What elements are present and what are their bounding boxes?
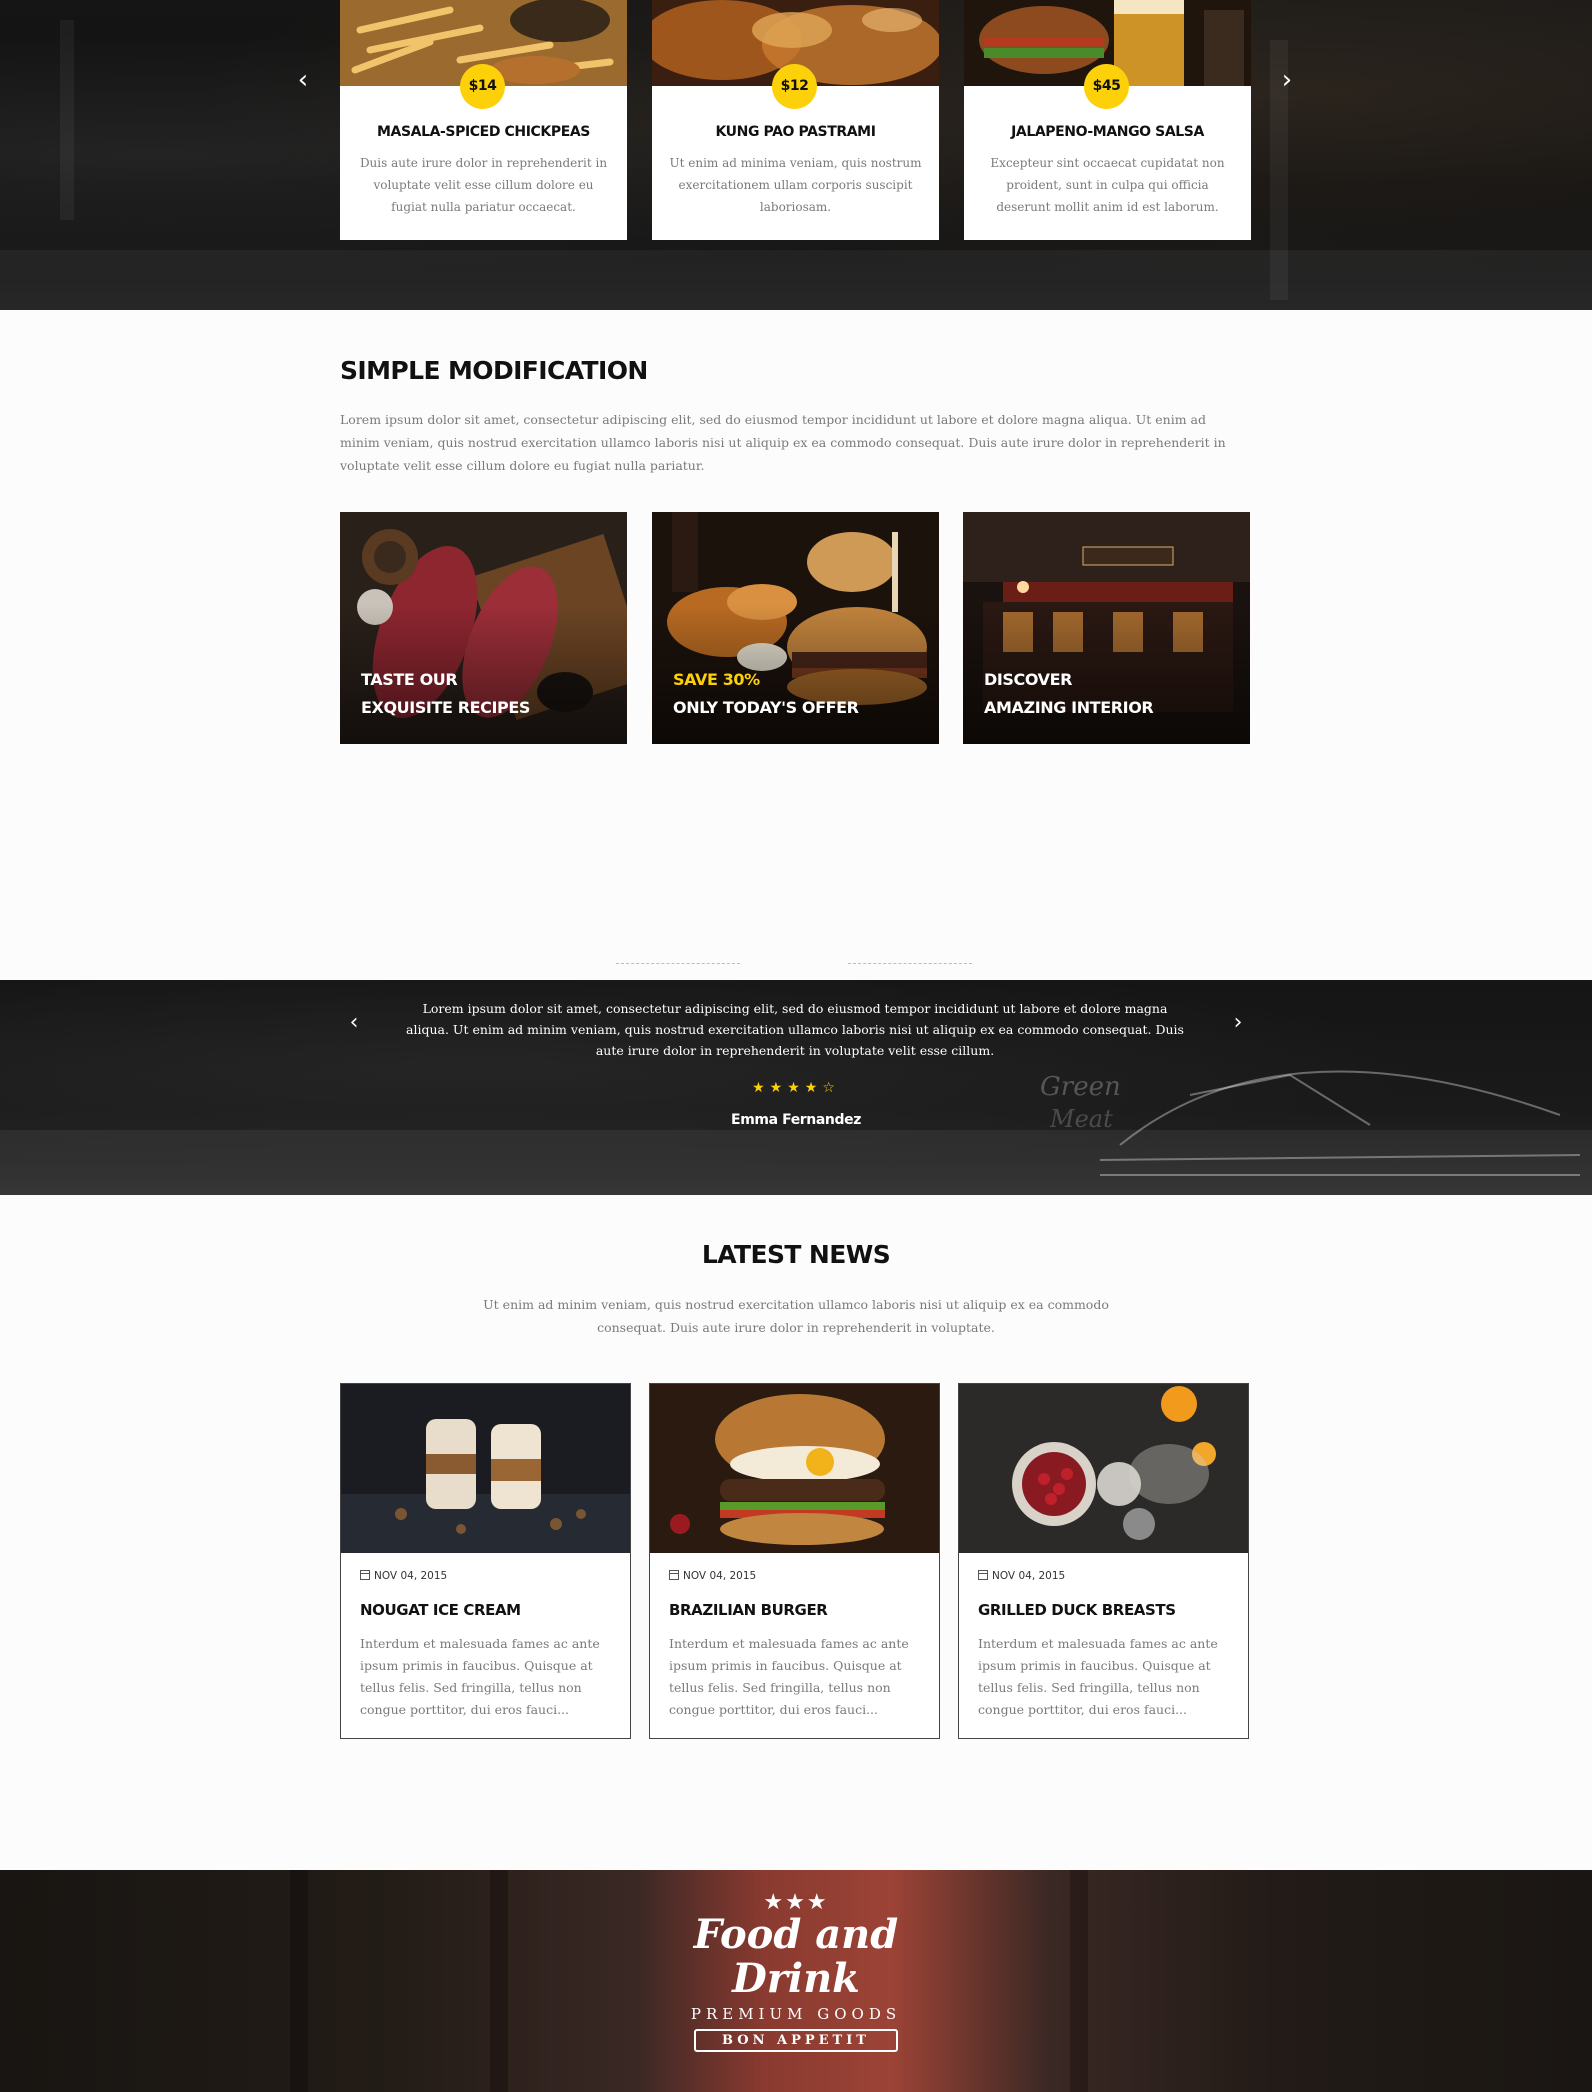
promo-card-offer[interactable]: SAVE 30% ONLY TODAY'S OFFER (652, 512, 939, 744)
testimonial-section: Green Meat Lorem ipsum dolor sit amet, c… (0, 980, 1592, 1195)
menu-item-description: Excepteur sint occaecat cupidatat non pr… (990, 156, 1225, 214)
news-photo (341, 1384, 630, 1553)
section-title: SIMPLE MODIFICATION (340, 356, 648, 385)
news-card[interactable]: NOV 04, 2015 NOUGAT ICE CREAM Interdum e… (340, 1383, 631, 1739)
news-card[interactable]: NOV 04, 2015 BRAZILIAN BURGER Interdum e… (649, 1383, 940, 1739)
promo-line-2: EXQUISITE RECIPES (361, 698, 531, 717)
divider (848, 963, 972, 964)
menu-item-description: Ut enim ad minima veniam, quis nostrum e… (669, 156, 922, 214)
calendar-icon (669, 1570, 679, 1580)
menu-item-description: Duis aute irure dolor in reprehenderit i… (359, 156, 608, 214)
price-badge: $14 (460, 64, 505, 109)
calendar-icon (360, 1570, 370, 1580)
news-card[interactable]: NOV 04, 2015 GRILLED DUCK BREASTS Interd… (958, 1383, 1249, 1739)
menu-item-card[interactable]: $14 MASALA-SPICED CHICKPEAS Duis aute ir… (340, 0, 627, 240)
news-photo (650, 1384, 939, 1553)
testimonial-next-button[interactable]: › (1228, 1010, 1248, 1035)
news-title[interactable]: BRAZILIAN BURGER (669, 1601, 828, 1619)
logo-ribbon: BON APPETIT (694, 2029, 898, 2052)
promo-card-interior[interactable]: DISCOVER AMAZING INTERIOR (963, 512, 1250, 744)
menu-item-card[interactable]: $45 JALAPENO-MANGO SALSA Excepteur sint … (964, 0, 1251, 240)
slider-next-button[interactable]: › (1275, 66, 1299, 94)
promo-line-1: DISCOVER (984, 670, 1073, 689)
testimonial-author: Emma Fernandez (731, 1112, 861, 1128)
calendar-icon (978, 1570, 988, 1580)
price-badge: $45 (1084, 64, 1129, 109)
promo-line-2: ONLY TODAY'S OFFER (673, 698, 859, 717)
logo-title: Food and Drink (693, 1911, 899, 2002)
testimonial-quote: Lorem ipsum dolor sit amet, consectetur … (406, 1001, 1184, 1058)
chevron-right-icon: › (1281, 65, 1293, 95)
news-date: NOV 04, 2015 (978, 1570, 1065, 1582)
news-title[interactable]: NOUGAT ICE CREAM (360, 1601, 521, 1619)
menu-slider-section: ‹ › $14 MASALA-SPICED CHICKPEAS Duis aut… (0, 0, 1592, 310)
menu-item-name: MASALA-SPICED CHICKPEAS (376, 124, 590, 140)
logo-subtitle: PREMIUM GOODS (690, 2005, 902, 2023)
rating-stars: ★★★★☆ (0, 1080, 1592, 1096)
news-title[interactable]: GRILLED DUCK BREASTS (978, 1601, 1176, 1619)
promo-line-1: TASTE OUR (361, 670, 458, 689)
promo-line-1: SAVE 30% (673, 670, 760, 689)
star-empty-icon: ☆ (822, 1080, 840, 1096)
menu-item-card[interactable]: $12 KUNG PAO PASTRAMI Ut enim ad minima … (652, 0, 939, 240)
promo-line-2: AMAZING INTERIOR (984, 698, 1154, 717)
chevron-left-icon: ‹ (297, 65, 309, 95)
chevron-left-icon: ‹ (349, 1010, 359, 1035)
section-title: LATEST NEWS (701, 1240, 891, 1269)
divider (616, 963, 740, 964)
news-excerpt: Interdum et malesuada fames ac ante ipsu… (669, 1636, 909, 1717)
news-excerpt: Interdum et malesuada fames ac ante ipsu… (978, 1636, 1218, 1717)
news-date: NOV 04, 2015 (360, 1570, 447, 1582)
section-text: Lorem ipsum dolor sit amet, consectetur … (340, 412, 1226, 473)
star-filled-icon: ★ (752, 1080, 770, 1096)
star-filled-icon: ★ (769, 1080, 788, 1096)
footer-banner: ★★★ Food and Drink PREMIUM GOODS BON APP… (0, 1870, 1592, 2092)
promo-card-recipes[interactable]: TASTE OUR EXQUISITE RECIPES (340, 512, 627, 744)
section-intro: Ut enim ad minim veniam, quis nostrud ex… (483, 1297, 1109, 1335)
testimonial-prev-button[interactable]: ‹ (344, 1010, 364, 1035)
menu-item-name: KUNG PAO PASTRAMI (715, 124, 876, 140)
slider-prev-button[interactable]: ‹ (291, 66, 315, 94)
news-photo (959, 1384, 1248, 1553)
brand-logo[interactable]: ★★★ Food and Drink PREMIUM GOODS BON APP… (650, 1890, 942, 2090)
menu-item-name: JALAPENO-MANGO SALSA (1011, 124, 1204, 140)
star-filled-icon: ★ (787, 1080, 805, 1096)
chevron-right-icon: › (1233, 1010, 1243, 1035)
news-excerpt: Interdum et malesuada fames ac ante ipsu… (360, 1636, 600, 1717)
price-badge: $12 (772, 64, 817, 109)
star-filled-icon: ★ (804, 1080, 823, 1096)
news-date: NOV 04, 2015 (669, 1570, 756, 1582)
